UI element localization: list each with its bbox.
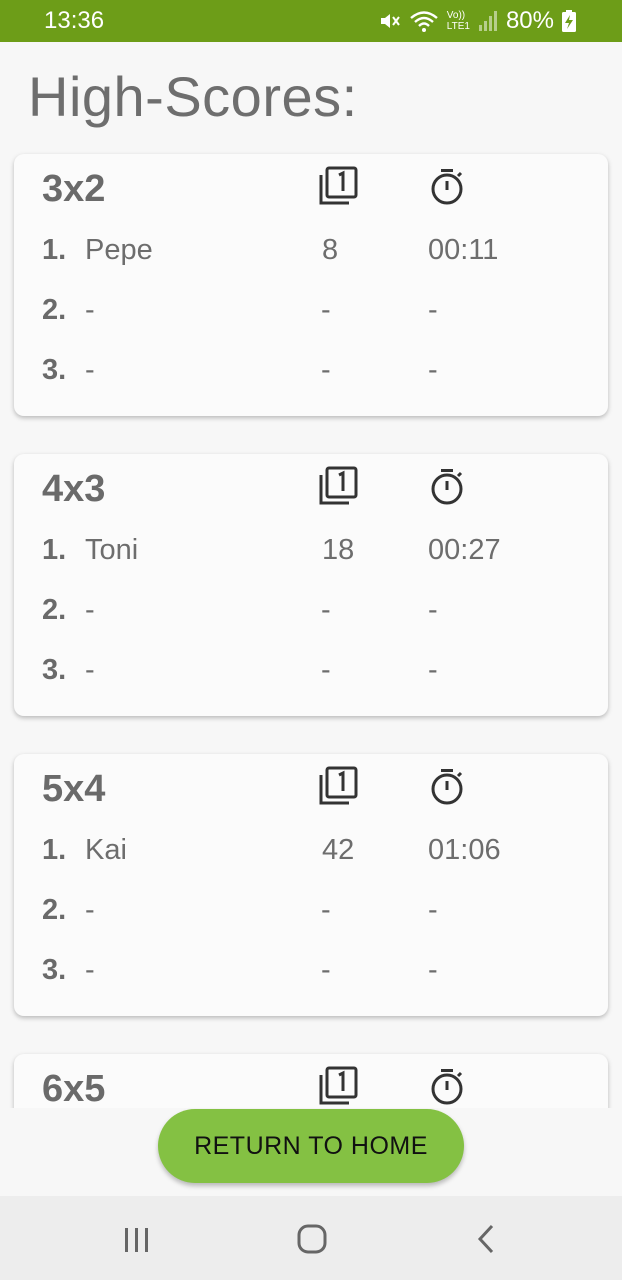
filter-1-icon (318, 466, 358, 511)
player-name: - (85, 354, 95, 386)
status-bar: 13:36 Vo)) LTE1 80% (0, 0, 622, 42)
return-to-home-button[interactable]: RETURN TO HOME (158, 1109, 464, 1183)
rank: 1. (42, 234, 67, 266)
score-row: 2. - - - (14, 294, 608, 334)
player-name: Toni (85, 534, 139, 566)
home-icon[interactable] (297, 1224, 327, 1259)
rank: 2. (42, 894, 67, 926)
score-card: 3x2 1. Pepe 8 00:11 2. - - - 3. - - - (14, 154, 608, 416)
rank: 1. (42, 534, 67, 566)
card-title: 4x3 (42, 468, 106, 510)
moves-value: - (321, 594, 331, 626)
player-name: Kai (85, 834, 127, 866)
status-time: 13:36 (44, 7, 105, 34)
moves-value: 18 (322, 534, 355, 566)
card-title: 6x5 (42, 1068, 106, 1108)
page-title: High-Scores: (28, 65, 358, 128)
player-name: - (85, 294, 95, 326)
scores-list[interactable]: 3x2 1. Pepe 8 00:11 2. - - - 3. - - - 4x… (0, 140, 622, 1108)
moves-value: - (321, 894, 331, 926)
filter-1-icon (318, 766, 358, 811)
rank: 3. (42, 654, 67, 686)
score-row: 3. - - - (14, 954, 608, 994)
back-icon[interactable] (474, 1224, 500, 1259)
recent-apps-icon[interactable] (122, 1226, 152, 1259)
time-value: 00:11 (428, 234, 499, 266)
score-row: 2. - - - (14, 894, 608, 934)
score-row: 1. Kai 42 01:06 (14, 834, 608, 874)
moves-value: - (321, 654, 331, 686)
time-value: - (428, 594, 438, 626)
rank: 2. (42, 594, 67, 626)
time-value: 01:06 (428, 834, 501, 866)
filter-1-icon (318, 1066, 358, 1108)
battery-charging-icon (562, 10, 576, 32)
rank: 3. (42, 354, 67, 386)
player-name: - (85, 594, 95, 626)
score-row: 3. - - - (14, 354, 608, 394)
player-name: Pepe (85, 234, 153, 266)
filter-1-icon (318, 166, 358, 211)
rank: 2. (42, 294, 67, 326)
card-title: 3x2 (42, 168, 106, 210)
score-row: 1. Pepe 8 00:11 (14, 234, 608, 274)
time-value: - (428, 294, 438, 326)
moves-value: - (321, 354, 331, 386)
stopwatch-icon (430, 168, 464, 211)
signal-icon (478, 11, 497, 31)
moves-value: 8 (322, 234, 339, 266)
player-name: - (85, 954, 95, 986)
time-value: - (428, 354, 438, 386)
wifi-icon (410, 11, 438, 32)
stopwatch-icon (430, 1068, 464, 1108)
time-value: - (428, 654, 438, 686)
score-card: 6x5 (14, 1054, 608, 1108)
moves-value: 42 (322, 834, 355, 866)
player-name: - (85, 894, 95, 926)
card-title: 5x4 (42, 768, 106, 810)
stopwatch-icon (430, 468, 464, 511)
score-card: 4x3 1. Toni 18 00:27 2. - - - 3. - - - (14, 454, 608, 716)
system-nav-bar (0, 1196, 622, 1280)
player-name: - (85, 654, 95, 686)
score-card: 5x4 1. Kai 42 01:06 2. - - - 3. - - - (14, 754, 608, 1016)
mute-icon (380, 14, 400, 28)
volte-lte-icon: Vo)) LTE1 (446, 10, 470, 32)
score-row: 3. - - - (14, 654, 608, 694)
moves-value: - (321, 294, 331, 326)
time-value: 00:27 (428, 534, 501, 566)
score-row: 1. Toni 18 00:27 (14, 534, 608, 574)
battery-percent: 80% (505, 7, 554, 34)
rank: 3. (42, 954, 67, 986)
time-value: - (428, 894, 438, 926)
status-icons: Vo)) LTE1 80% (377, 7, 576, 35)
time-value: - (428, 954, 438, 986)
stopwatch-icon (430, 768, 464, 811)
score-row: 2. - - - (14, 594, 608, 634)
moves-value: - (321, 954, 331, 986)
rank: 1. (42, 834, 67, 866)
